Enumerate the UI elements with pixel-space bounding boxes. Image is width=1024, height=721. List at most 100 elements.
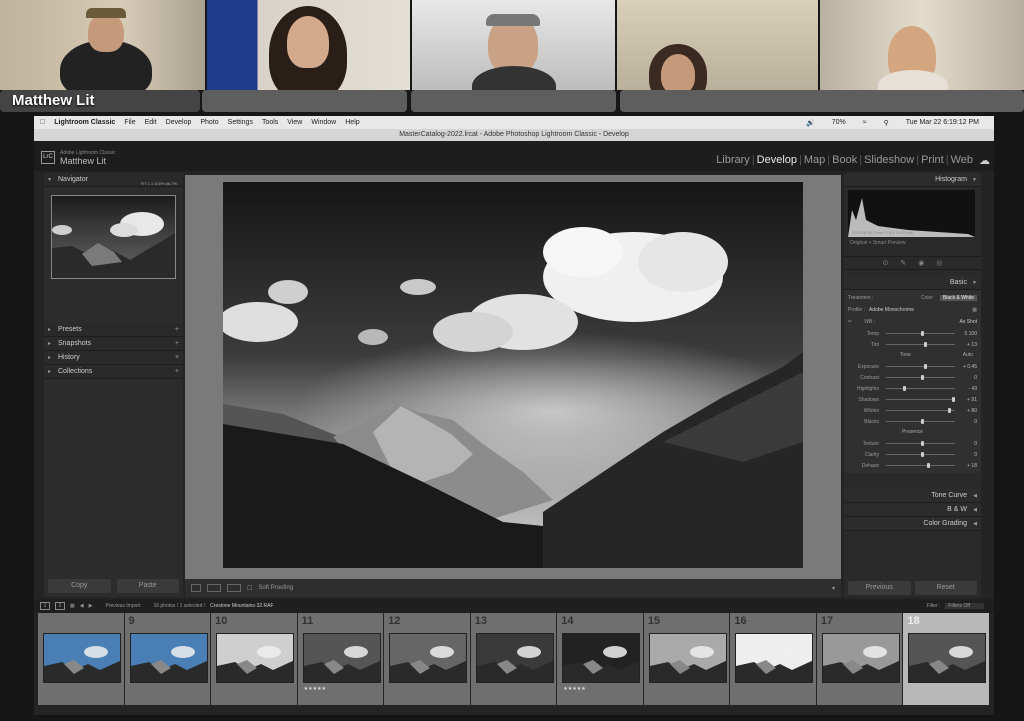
menu-photo[interactable]: Photo [200,119,218,126]
menu-settings[interactable]: Settings [228,119,253,126]
eyedropper-icon[interactable]: ✏ [848,319,852,325]
filmstrip-thumbnail[interactable] [908,633,987,683]
cloud-icon[interactable]: ☁ [979,154,990,167]
slider-texture[interactable]: Texture 0 [848,438,977,449]
slider-track[interactable] [886,375,955,380]
slider-shadows[interactable]: Shadows + 91 [848,394,977,405]
slider-value[interactable]: + 91 [959,397,977,403]
slider-clarity[interactable]: Clarity 0 [848,449,977,460]
apple-icon[interactable]:  [40,119,45,126]
video-tile-2[interactable] [207,0,410,90]
filmstrip-thumbnail[interactable] [475,633,554,683]
grid-view-icon[interactable]: ▦ [70,603,75,609]
slider-knob[interactable] [920,375,924,380]
menu-help[interactable]: Help [345,119,359,126]
crop-tool-icon[interactable]: ⊙ [883,259,889,267]
menu-edit[interactable]: Edit [145,119,157,126]
slider-temp[interactable]: Temp 5 100 [848,328,977,339]
module-develop[interactable]: Develop [757,154,797,167]
star-rating[interactable]: ★★★★★ [304,686,326,692]
clock[interactable]: Tue Mar 22 6:19:12 PM [906,119,979,127]
collections-panel[interactable]: Collections + [44,365,183,379]
previous-button[interactable]: Previous [848,581,911,595]
star-rating[interactable]: ★★★★★ [563,686,585,692]
filmstrip-item[interactable]: 12 [384,613,470,705]
volume-icon[interactable]: 🔊 [806,119,815,127]
source-label[interactable]: Previous Import [105,603,140,609]
slider-value[interactable]: + 0.45 [959,364,977,370]
filmstrip-item[interactable]: 18 [903,613,990,705]
slider-knob[interactable] [920,331,924,336]
filmstrip-item[interactable]: 13 [470,613,557,705]
slider-knob[interactable] [903,386,907,391]
menu-view[interactable]: View [287,119,302,126]
slider-tint[interactable]: Tint + 13 [848,339,977,350]
slider-value[interactable]: + 13 [959,342,977,348]
slider-value[interactable]: - 49 [959,386,977,392]
filmstrip-thumbnail[interactable] [735,633,814,683]
slider-dehaze[interactable]: Dehaze + 18 [848,460,977,471]
slider-knob[interactable] [920,452,924,457]
histogram[interactable]: ISO 200 50.2 mm f / 8.0 1/125 sec [848,190,975,237]
menu-window[interactable]: Window [311,119,336,126]
video-tile-5[interactable] [820,0,1024,90]
battery-label[interactable]: 70% [832,119,846,127]
basic-header[interactable]: Basic [844,276,981,290]
menu-tools[interactable]: Tools [262,119,278,126]
module-book[interactable]: Book [832,154,857,167]
loupe-view-icon[interactable] [191,584,201,592]
video-tile-4[interactable] [617,0,818,90]
profile-browser-icon[interactable]: ▦ [972,307,977,313]
slider-track[interactable] [886,364,955,369]
slider-value[interactable]: 0 [959,452,977,458]
slider-track[interactable] [886,419,955,424]
filmstrip-item[interactable]: 9 [124,613,211,705]
slider-value[interactable]: 5 100 [959,331,977,337]
slider-exposure[interactable]: Exposure + 0.45 [848,361,977,372]
slider-knob[interactable] [923,364,927,369]
filmstrip-thumbnail[interactable] [562,633,641,683]
slider-track[interactable] [886,386,955,391]
slider-track[interactable] [886,342,955,347]
add-collection-icon[interactable]: + [175,365,179,379]
monitor-1-button[interactable]: 1 [40,602,50,610]
mask-tool-icon[interactable]: ◎ [936,259,942,267]
filmstrip-item[interactable]: 15 [643,613,730,705]
filmstrip-thumbnail[interactable] [302,633,381,683]
slider-knob[interactable] [951,397,955,402]
filmstrip-item[interactable]: 17 [816,613,903,705]
module-slideshow[interactable]: Slideshow [864,154,914,167]
heal-tool-icon[interactable]: ✎ [900,259,906,267]
history-panel[interactable]: History × [44,351,183,365]
redeye-tool-icon[interactable]: ◉ [918,259,924,267]
slider-track[interactable] [886,452,955,457]
treatment-color[interactable]: Color [918,295,936,301]
slider-knob[interactable] [948,408,952,413]
slider-track[interactable] [886,441,955,446]
filmstrip-item[interactable]: 10 [211,613,297,705]
slider-value[interactable]: 0 [959,419,977,425]
filmstrip-item[interactable]: 16 [730,613,816,705]
yy-view-icon[interactable] [227,584,241,592]
slider-contrast[interactable]: Contrast 0 [848,372,977,383]
paste-button[interactable]: Paste [116,579,179,593]
color-grading-header[interactable]: Color Grading [844,517,981,531]
add-preset-icon[interactable]: + [175,323,179,337]
reset-button[interactable]: Reset [914,581,977,595]
current-filename[interactable]: Crestone Mountains-32.RAF [210,603,273,609]
video-tile-1[interactable] [0,0,205,90]
module-web[interactable]: Web [951,154,973,167]
navigator-zoom-options[interactable]: FIT 1:1 100% 66.7% [141,177,177,191]
slider-knob[interactable] [923,342,927,347]
filmstrip-item[interactable]: 14 ★★★★★ [557,613,643,705]
slider-knob[interactable] [920,441,924,446]
wifi-icon[interactable]: ≈ [863,119,867,127]
navigator-header[interactable]: Navigator FIT 1:1 100% 66.7% [44,173,183,187]
filmstrip-thumbnail[interactable] [648,633,727,683]
filmstrip-thumbnail[interactable] [129,633,208,683]
filmstrip-item[interactable] [38,613,124,705]
slider-track[interactable] [886,463,955,468]
navigator-preview[interactable] [51,195,176,279]
search-icon[interactable]: ⚲ [884,119,889,127]
back-arrow-icon[interactable]: ◀ [80,603,84,609]
